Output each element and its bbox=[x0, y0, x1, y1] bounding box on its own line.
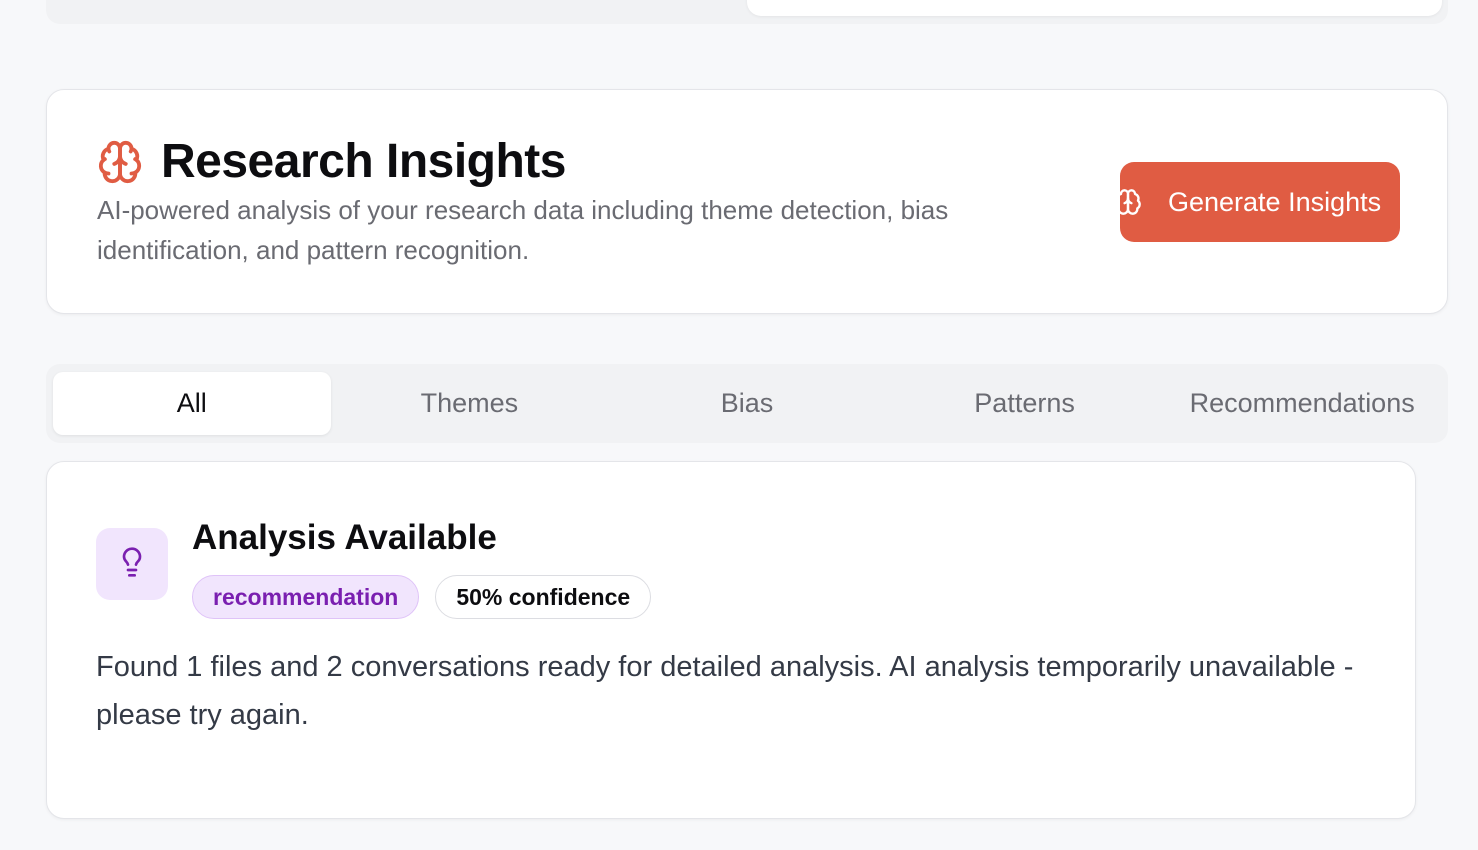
title-row: Research Insights bbox=[97, 134, 566, 189]
previous-section-card bbox=[747, 0, 1442, 16]
lightbulb-icon bbox=[116, 546, 148, 583]
tab-patterns[interactable]: Patterns bbox=[886, 372, 1164, 435]
type-badge: recommendation bbox=[192, 575, 420, 619]
insights-header-card: Research Insights AI-powered analysis of… bbox=[46, 89, 1448, 314]
insight-body: Found 1 files and 2 conversations ready … bbox=[96, 651, 1354, 731]
insight-title: Analysis Available bbox=[192, 518, 497, 557]
brain-icon bbox=[97, 139, 143, 185]
page-description: AI-powered analysis of your research dat… bbox=[97, 195, 949, 265]
brain-icon bbox=[1120, 188, 1142, 216]
insight-icon-box bbox=[96, 528, 168, 600]
tab-recommendations[interactable]: Recommendations bbox=[1163, 372, 1441, 435]
tab-themes[interactable]: Themes bbox=[331, 372, 609, 435]
generate-insights-button[interactable]: Generate Insights bbox=[1120, 162, 1400, 242]
tab-bias[interactable]: Bias bbox=[608, 372, 886, 435]
insight-badges: recommendation 50% confidence bbox=[192, 575, 652, 619]
insight-card: Analysis Available recommendation 50% co… bbox=[46, 461, 1416, 819]
tab-all[interactable]: All bbox=[53, 372, 331, 435]
page: Research Insights AI-powered analysis of… bbox=[0, 0, 1478, 850]
page-title: Research Insights bbox=[161, 135, 566, 188]
insight-filter-tabs: All Themes Bias Patterns Recommendations bbox=[46, 364, 1448, 443]
generate-insights-label: Generate Insights bbox=[1168, 186, 1382, 217]
confidence-badge: 50% confidence bbox=[435, 575, 652, 619]
